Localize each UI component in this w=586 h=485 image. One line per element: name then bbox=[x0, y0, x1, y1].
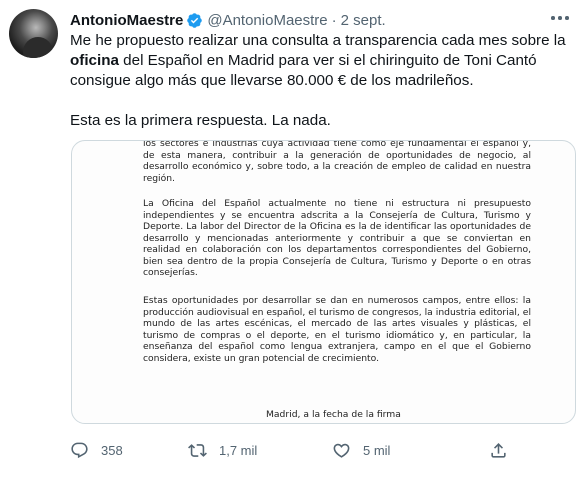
document-paragraph: Estas oportunidades por desarrollar se d… bbox=[143, 295, 531, 364]
tweet-text-bold: oficina bbox=[70, 52, 119, 69]
tweet-paragraph-1: Me he propuesto realizar una consulta a … bbox=[70, 31, 570, 91]
retweet-icon bbox=[188, 443, 207, 457]
author-name[interactable]: AntonioMaestre bbox=[70, 12, 183, 29]
document-signature-line: Madrid, a la fecha de la firma bbox=[266, 409, 401, 420]
document-paragraph: los sectores e industrias cuya actividad… bbox=[143, 140, 531, 184]
tweet-text-part: del Español en Madrid para ver si el chi… bbox=[70, 52, 537, 89]
tweet-paragraph-2: Esta es la primera respuesta. La nada. bbox=[70, 112, 331, 129]
reply-button[interactable]: 358 bbox=[70, 438, 123, 462]
retweet-count: 1,7 mil bbox=[219, 442, 258, 458]
header-separator: · bbox=[331, 11, 337, 29]
like-count: 5 mil bbox=[363, 442, 391, 458]
action-bar: 358 1,7 mil 5 mil bbox=[70, 438, 570, 462]
share-button[interactable] bbox=[489, 438, 508, 462]
attached-image[interactable]: los sectores e industrias cuya actividad… bbox=[71, 140, 576, 424]
like-button[interactable]: 5 mil bbox=[332, 438, 390, 462]
avatar[interactable] bbox=[9, 9, 58, 58]
tweet-text: Me he propuesto realizar una consulta a … bbox=[70, 31, 570, 131]
reply-icon bbox=[71, 442, 88, 458]
reply-count: 358 bbox=[101, 442, 123, 458]
tweet-header: AntonioMaestre @AntonioMaestre · 2 sept. bbox=[70, 10, 386, 30]
more-options-icon[interactable] bbox=[549, 10, 571, 26]
verified-badge-icon bbox=[186, 12, 203, 29]
tweet[interactable]: AntonioMaestre @AntonioMaestre · 2 sept.… bbox=[0, 0, 586, 485]
heart-icon bbox=[333, 443, 350, 458]
retweet-button[interactable]: 1,7 mil bbox=[188, 438, 257, 462]
tweet-date[interactable]: 2 sept. bbox=[341, 12, 386, 29]
tweet-text-part: Me he propuesto realizar una consulta a … bbox=[70, 32, 566, 49]
share-icon bbox=[491, 442, 506, 458]
author-handle[interactable]: @AntonioMaestre bbox=[207, 12, 327, 29]
document-paragraph: La Oficina del Español actualmente no ti… bbox=[143, 198, 531, 278]
